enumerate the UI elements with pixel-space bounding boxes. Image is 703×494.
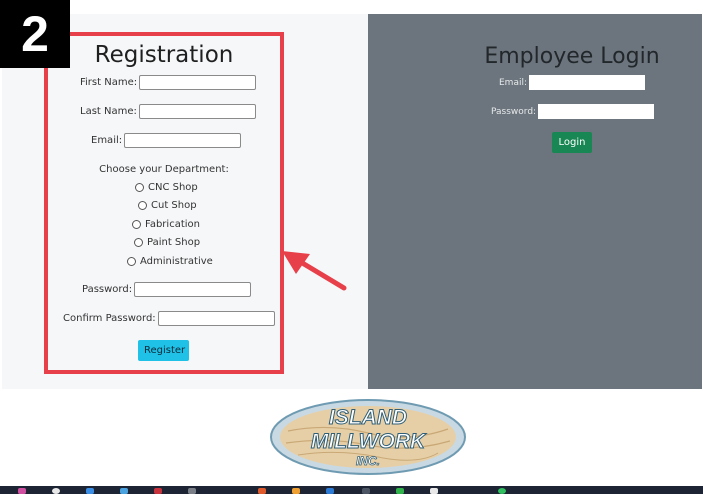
login-password-label: Password: bbox=[491, 106, 537, 117]
app-icon[interactable] bbox=[326, 488, 334, 494]
search-icon[interactable] bbox=[52, 488, 60, 494]
first-name-row: First Name: bbox=[80, 75, 257, 90]
department-option[interactable]: Cut Shop bbox=[138, 200, 197, 211]
department-label: Administrative bbox=[140, 256, 213, 267]
app-icon[interactable] bbox=[498, 488, 506, 494]
radio-button[interactable] bbox=[138, 201, 147, 210]
login-email-input[interactable] bbox=[529, 75, 646, 90]
app-icon[interactable] bbox=[362, 488, 370, 494]
email-input[interactable] bbox=[124, 133, 242, 148]
department-option[interactable]: CNC Shop bbox=[135, 182, 198, 193]
department-option[interactable]: Administrative bbox=[127, 256, 213, 267]
app-icon[interactable] bbox=[258, 488, 266, 494]
department-label: Fabrication bbox=[145, 219, 200, 230]
taskbar bbox=[0, 486, 703, 494]
app-icon[interactable] bbox=[430, 488, 438, 494]
employee-login-title: Employee Login bbox=[484, 44, 660, 69]
app-icon[interactable] bbox=[120, 488, 128, 494]
radio-button[interactable] bbox=[135, 183, 144, 192]
app-icon[interactable] bbox=[396, 488, 404, 494]
login-password-input[interactable] bbox=[538, 104, 655, 119]
login-email-label: Email: bbox=[499, 77, 528, 88]
password-input[interactable] bbox=[134, 282, 252, 297]
registration-title: Registration bbox=[94, 42, 234, 68]
last-name-row: Last Name: bbox=[80, 104, 256, 119]
login-email-row: Email: bbox=[499, 75, 646, 90]
last-name-input[interactable] bbox=[138, 104, 256, 119]
password-row: Password: bbox=[82, 282, 252, 297]
password-label: Password: bbox=[82, 284, 133, 295]
island-millwork-logo: ISLAND MILLWORK INC. bbox=[270, 399, 466, 475]
red-arrow-icon bbox=[282, 251, 347, 291]
app-icon[interactable] bbox=[154, 488, 162, 494]
radio-button[interactable] bbox=[134, 238, 143, 247]
confirm-password-row: Confirm Password: bbox=[63, 311, 275, 326]
department-heading: Choose your Department: bbox=[99, 164, 229, 175]
logo-line-1: ISLAND bbox=[329, 406, 407, 429]
app-icon[interactable] bbox=[18, 488, 26, 494]
login-button[interactable]: Login bbox=[552, 132, 592, 153]
department-option[interactable]: Fabrication bbox=[132, 219, 200, 230]
department-label: Cut Shop bbox=[151, 200, 197, 211]
step-number-badge: 2 bbox=[0, 0, 70, 68]
employee-login-panel bbox=[368, 14, 702, 389]
confirm-password-input[interactable] bbox=[157, 311, 275, 326]
email-label: Email: bbox=[91, 135, 123, 146]
app-icon[interactable] bbox=[292, 488, 300, 494]
login-password-row: Password: bbox=[491, 104, 655, 119]
first-name-label: First Name: bbox=[80, 77, 138, 88]
email-row: Email: bbox=[91, 133, 242, 148]
confirm-password-label: Confirm Password: bbox=[63, 313, 156, 324]
department-label: CNC Shop bbox=[148, 182, 198, 193]
department-label: Paint Shop bbox=[147, 237, 201, 248]
radio-button[interactable] bbox=[127, 257, 136, 266]
logo-line-2: MILLWORK bbox=[311, 430, 427, 453]
app-icon[interactable] bbox=[86, 488, 94, 494]
radio-button[interactable] bbox=[132, 220, 141, 229]
register-button[interactable]: Register bbox=[138, 340, 189, 361]
last-name-label: Last Name: bbox=[80, 106, 137, 117]
first-name-input[interactable] bbox=[139, 75, 257, 90]
app-icon[interactable] bbox=[188, 488, 196, 494]
logo-line-3: INC. bbox=[356, 454, 380, 468]
department-option[interactable]: Paint Shop bbox=[134, 237, 200, 248]
